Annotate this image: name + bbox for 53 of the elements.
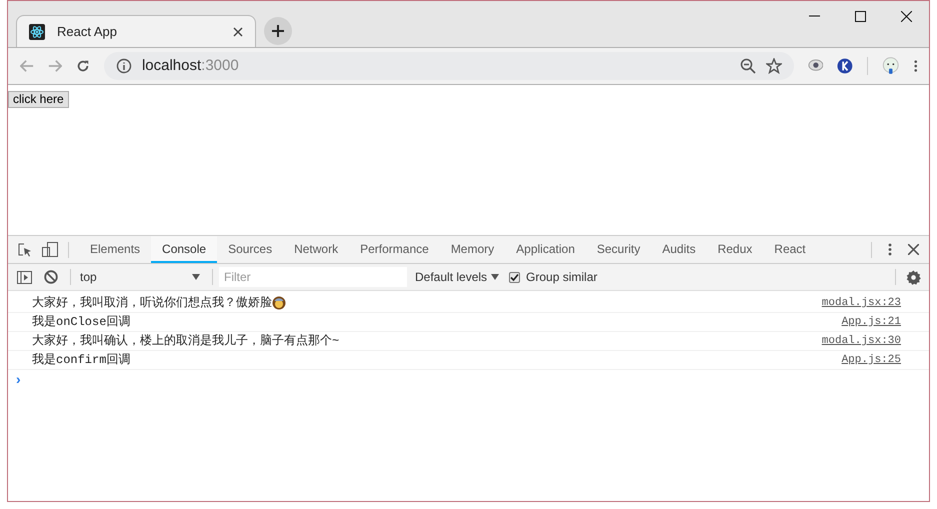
close-icon[interactable]	[233, 26, 243, 36]
source-link[interactable]: App.js:25	[842, 352, 901, 368]
clear-console-icon[interactable]	[44, 270, 58, 284]
devtools-tab[interactable]: Console	[151, 236, 218, 263]
checkbox[interactable]	[509, 272, 520, 282]
star-icon[interactable]	[766, 58, 782, 74]
atom-icon	[29, 24, 45, 40]
devtools-tab[interactable]: Application	[505, 236, 586, 263]
devtools-tab[interactable]: Security	[586, 236, 652, 263]
click-here-button[interactable]: click here	[8, 91, 69, 108]
more-vertical-icon[interactable]	[888, 243, 892, 256]
close-icon[interactable]	[908, 244, 919, 255]
maximize-icon	[854, 10, 866, 22]
address-bar[interactable]: localhost:3000	[104, 52, 794, 80]
devtools-tab[interactable]: Audits	[651, 236, 707, 263]
devtools-tab[interactable]: Network	[283, 236, 350, 263]
browser-tab[interactable]: React App	[16, 15, 256, 47]
more-vertical-icon[interactable]	[914, 59, 918, 73]
dropdown-caret-icon	[192, 274, 200, 280]
letter-k-icon[interactable]	[837, 57, 854, 75]
device-toolbar-icon[interactable]	[42, 242, 58, 257]
close-icon	[900, 10, 912, 22]
levels-dropdown[interactable]: Default levels	[415, 268, 500, 286]
reload-icon[interactable]	[76, 58, 90, 74]
cartoon-character-icon[interactable]	[882, 56, 900, 76]
devtools-tab[interactable]: Redux	[706, 236, 764, 263]
new-tab-button[interactable]	[264, 17, 292, 45]
console-message: 我是onClose回调	[32, 314, 130, 331]
devtools-tab[interactable]: Memory	[440, 236, 506, 263]
source-link[interactable]: App.js:21	[842, 314, 901, 330]
minimize-icon	[808, 15, 820, 17]
dropdown-caret-icon	[491, 274, 500, 280]
source-link[interactable]: modal.jsx:30	[822, 332, 901, 350]
inspect-element-icon[interactable]	[18, 242, 32, 256]
devtools-tab[interactable]: Performance	[349, 236, 440, 263]
devtools-tab[interactable]: React	[763, 236, 817, 263]
console-message: 大家好，我叫取消，听说你们想点我？傲娇脸	[32, 294, 272, 312]
console-message: 我是confirm回调	[32, 352, 130, 369]
sidebar-toggle-icon[interactable]	[17, 270, 32, 284]
checkbox-label: Group similar	[526, 269, 598, 286]
info-icon	[116, 58, 132, 74]
url-text: localhost:3000	[142, 56, 240, 76]
source-link[interactable]: modal.jsx:23	[822, 294, 901, 312]
context-dropdown[interactable]: top	[80, 268, 206, 286]
plus-icon	[272, 25, 284, 37]
devtools-tab[interactable]: Sources	[217, 236, 284, 263]
filter-field[interactable]: Filter	[219, 267, 407, 287]
console-prompt[interactable]: ›	[16, 368, 21, 390]
zoom-out-icon[interactable]	[740, 58, 756, 74]
tab-title: React App	[57, 22, 118, 41]
settings-icon[interactable]	[906, 270, 921, 284]
console-message: 大家好，我叫确认，楼上的取消是我儿子，脑子有点那个~	[32, 332, 340, 350]
devtools-tab[interactable]: Elements	[79, 236, 152, 263]
